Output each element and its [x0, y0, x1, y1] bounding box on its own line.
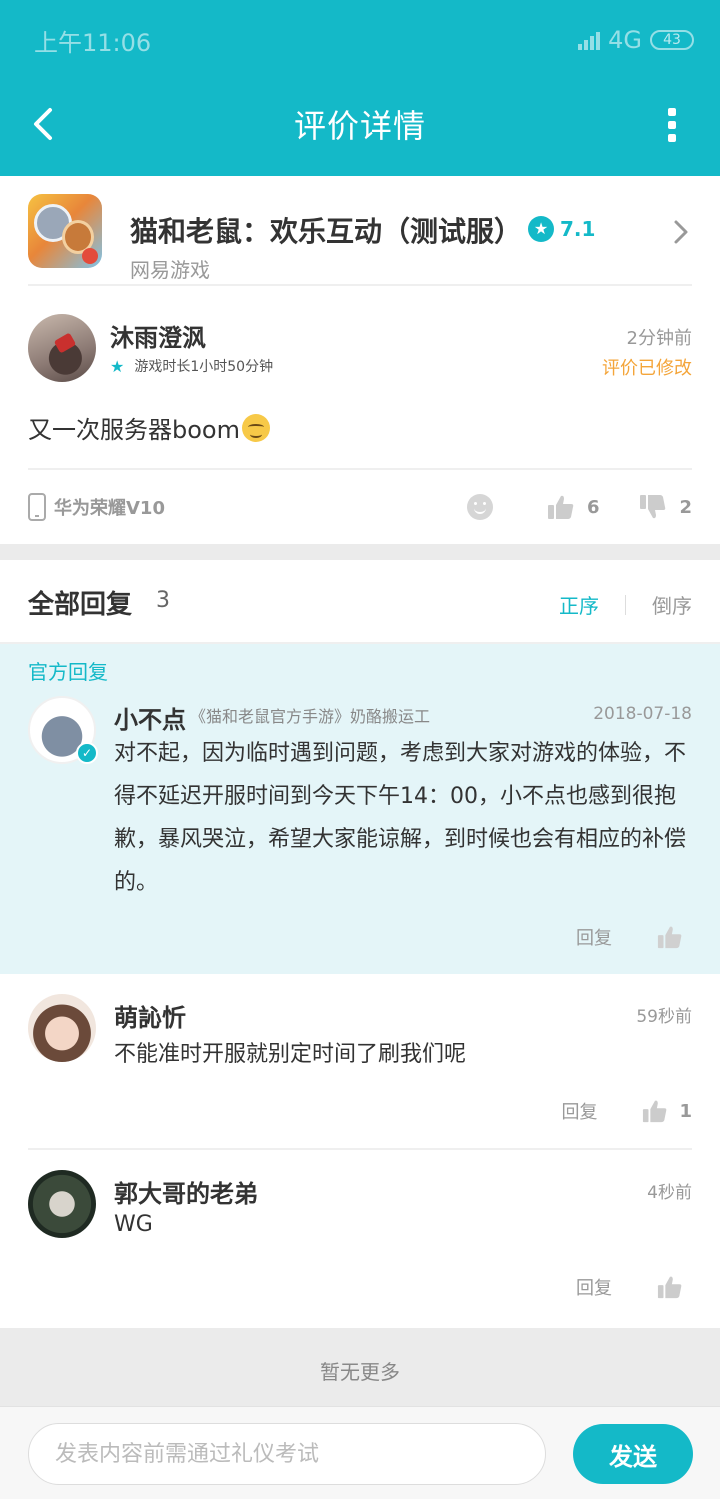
star-icon: ★	[110, 356, 125, 376]
thumbs-up-icon[interactable]	[641, 1098, 669, 1124]
dislike-count: 2	[679, 496, 692, 518]
replies-header: 全部回复 3 正序 倒序	[0, 560, 720, 644]
sort-toggle: 正序 倒序	[559, 590, 692, 619]
official-reply: 官方回复 ✓ 小不点 《猫和老鼠官方手游》奶酪搬运工 2018-07-18 对不…	[0, 644, 720, 974]
comment-text: WG	[114, 1212, 153, 1237]
status-time: 上午11:06	[34, 28, 152, 57]
avatar[interactable]	[28, 1170, 96, 1238]
composer-bar: 发送	[0, 1406, 720, 1499]
list-item: 萌訫忻 59秒前 不能准时开服就别定时间了刷我们呢 回复 1	[0, 974, 720, 1150]
thumbs-up-icon[interactable]	[656, 1274, 684, 1300]
no-more-text: 暂无更多	[0, 1328, 720, 1408]
review-text: 又一次服务器boom	[28, 410, 270, 445]
official-text: 对不起，因为临时遇到问题，考虑到大家对游戏的体验，不得不延迟开服时间到今天下午1…	[114, 741, 687, 895]
game-row[interactable]: 猫和老鼠：欢乐互动（测试服） ★ 7.1 网易游戏	[28, 194, 692, 286]
sort-asc-tab[interactable]: 正序	[559, 590, 599, 619]
comment-text: 不能准时开服就别定时间了刷我们呢	[114, 1042, 467, 1067]
official-actions: 回复	[576, 924, 684, 950]
reply-button[interactable]: 回复	[576, 924, 612, 950]
relieved-face-icon	[241, 413, 270, 442]
like-count: 1	[679, 1100, 692, 1122]
comment-input[interactable]	[28, 1423, 546, 1485]
comment-user[interactable]: 萌訫忻	[114, 998, 186, 1033]
list-item: 郭大哥的老弟 4秒前 WG 回复	[0, 1150, 720, 1328]
page-title: 评价详情	[293, 107, 426, 145]
dislike-button[interactable]: 2	[639, 493, 692, 521]
replies-title: 全部回复	[28, 590, 133, 620]
thumbs-down-icon	[640, 495, 666, 519]
phone-icon	[28, 493, 46, 521]
network-type: 4G	[608, 26, 642, 54]
chevron-right-icon[interactable]	[670, 218, 692, 246]
comment-time: 59秒前	[636, 1007, 692, 1027]
star-icon: ★	[528, 216, 554, 242]
comment-actions: 回复	[576, 1274, 684, 1300]
official-date: 2018-07-18	[593, 704, 692, 724]
review-time: 2分钟前	[626, 328, 692, 349]
device-info: 华为荣耀V10	[28, 493, 165, 521]
reviewer-name[interactable]: 沐雨澄沨	[110, 318, 206, 353]
game-icon	[28, 194, 102, 268]
status-indicators: 4G 43	[578, 26, 694, 54]
signal-icon	[578, 30, 601, 50]
comment-user[interactable]: 郭大哥的老弟	[114, 1174, 258, 1209]
play-time: ★ 游戏时长1小时50分钟	[110, 356, 273, 376]
divider	[625, 594, 626, 615]
more-vertical-icon[interactable]	[666, 108, 678, 142]
verified-icon: ✓	[76, 742, 98, 764]
official-user[interactable]: 小不点	[114, 700, 186, 735]
reply-button[interactable]: 回复	[576, 1274, 612, 1300]
play-time-text: 游戏时长1小时50分钟	[134, 359, 274, 375]
like-button[interactable]: 6	[547, 493, 600, 521]
sort-desc-tab[interactable]: 倒序	[652, 590, 692, 619]
review-actions: 6 2	[466, 493, 692, 521]
send-button[interactable]: 发送	[573, 1424, 693, 1484]
comment-time: 4秒前	[647, 1183, 692, 1203]
review-card: 猫和老鼠：欢乐互动（测试服） ★ 7.1 网易游戏 沐雨澄沨 ★ 游戏时长1小时…	[0, 176, 720, 544]
rating-value: 7.1	[560, 217, 596, 241]
avatar[interactable]	[28, 314, 96, 382]
device-name: 华为荣耀V10	[54, 498, 165, 519]
review-modified: 评价已修改	[602, 358, 692, 379]
reply-button[interactable]: 回复	[561, 1098, 597, 1124]
comment-actions: 回复 1	[561, 1098, 692, 1124]
thumbs-up-icon	[547, 495, 574, 519]
nav-bar: 评价详情	[0, 88, 720, 160]
top-bar: 上午11:06 4G 43 评价详情	[0, 0, 720, 176]
official-label: 官方回复	[28, 660, 108, 684]
avatar[interactable]	[28, 994, 96, 1062]
review-text-content: 又一次服务器boom	[28, 416, 240, 444]
status-bar: 上午11:06 4G 43	[34, 24, 694, 57]
thumbs-up-icon[interactable]	[656, 924, 684, 950]
emoji-reaction-icon[interactable]	[466, 494, 493, 520]
game-publisher: 网易游戏	[130, 258, 210, 282]
chevron-left-icon[interactable]	[28, 106, 62, 142]
official-tag: 《猫和老鼠官方手游》奶酪搬运工	[190, 707, 431, 726]
battery-icon: 43	[650, 30, 694, 50]
game-name: 猫和老鼠：欢乐互动（测试服）	[130, 215, 523, 248]
game-rating: ★ 7.1	[528, 216, 595, 242]
like-count: 6	[586, 496, 600, 518]
replies-count: 3	[156, 588, 170, 613]
review-footer: 华为荣耀V10 6 2	[28, 468, 692, 544]
